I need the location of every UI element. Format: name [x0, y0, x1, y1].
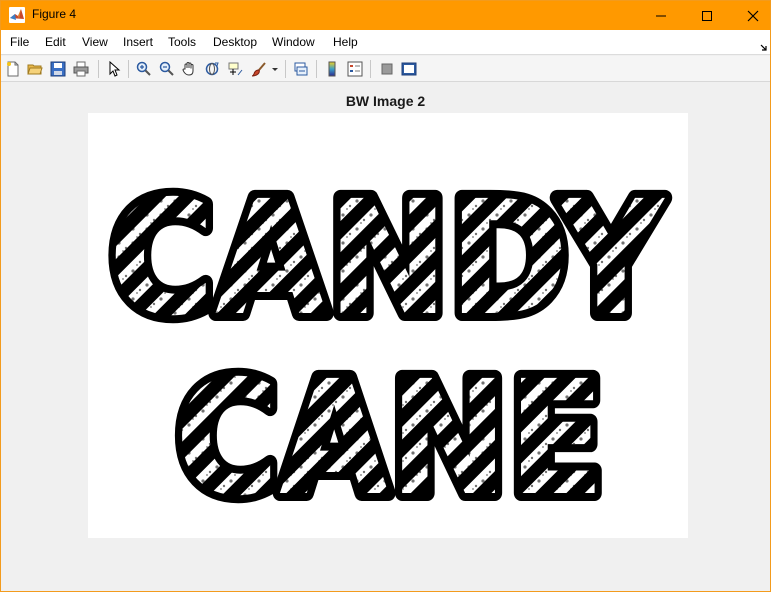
show-plot-tools-icon[interactable] — [400, 60, 418, 78]
select-arrow-icon[interactable] — [105, 60, 123, 78]
legend-icon[interactable] — [346, 60, 364, 78]
image-text-line-2-speckle: CANE — [175, 347, 605, 531]
new-figure-icon[interactable] — [4, 60, 22, 78]
menu-desktop[interactable]: Desktop — [213, 35, 257, 49]
figure-toolbar — [1, 56, 770, 82]
print-icon[interactable] — [72, 60, 90, 78]
title-bar[interactable]: Figure 4 — [1, 1, 770, 30]
menu-insert[interactable]: Insert — [123, 35, 153, 49]
menu-tools[interactable]: Tools — [168, 35, 196, 49]
toolbar-separator — [98, 60, 99, 78]
save-icon[interactable] — [49, 60, 67, 78]
dock-arrow-icon[interactable] — [760, 39, 768, 51]
figure-canvas[interactable]: BW Image 2 CANDY CANE CANDY CANE — [1, 83, 770, 591]
rotate-3d-icon[interactable] — [203, 60, 221, 78]
link-plot-icon[interactable] — [292, 60, 310, 78]
bw-image-axes[interactable]: CANDY CANE CANDY CANE — [88, 113, 688, 538]
zoom-in-icon[interactable] — [135, 60, 153, 78]
axes-title: BW Image 2 — [345, 93, 426, 109]
minimize-icon — [656, 15, 666, 16]
close-button[interactable] — [730, 1, 771, 30]
menu-bar: File Edit View Insert Tools Desktop Wind… — [1, 30, 770, 55]
data-cursor-icon[interactable] — [226, 60, 244, 78]
window-title: Figure 4 — [32, 7, 77, 21]
colorbar-icon[interactable] — [323, 60, 341, 78]
brush-dropdown-icon[interactable] — [269, 60, 281, 78]
hide-plot-tools-icon[interactable] — [378, 60, 396, 78]
toolbar-separator — [316, 60, 317, 78]
toolbar-separator — [128, 60, 129, 78]
pan-hand-icon[interactable] — [180, 60, 198, 78]
image-text-line-1-speckle: CANDY — [109, 167, 665, 351]
toolbar-separator — [285, 60, 286, 78]
close-icon — [747, 10, 759, 21]
menu-help[interactable]: Help — [333, 35, 358, 49]
open-file-icon[interactable] — [26, 60, 44, 78]
maximize-icon — [702, 10, 712, 21]
brush-icon[interactable] — [250, 60, 268, 78]
bw-image: CANDY CANE CANDY CANE — [88, 113, 688, 538]
menu-edit[interactable]: Edit — [45, 35, 66, 49]
toolbar-separator — [370, 60, 371, 78]
minimize-button[interactable] — [638, 1, 684, 30]
menu-file[interactable]: File — [10, 35, 29, 49]
matlab-icon — [9, 7, 25, 23]
figure-window: Figure 4 File Edit View Insert Tools Des… — [0, 0, 771, 592]
menu-window[interactable]: Window — [272, 35, 315, 49]
menu-view[interactable]: View — [82, 35, 108, 49]
maximize-button[interactable] — [684, 1, 730, 30]
zoom-out-icon[interactable] — [158, 60, 176, 78]
